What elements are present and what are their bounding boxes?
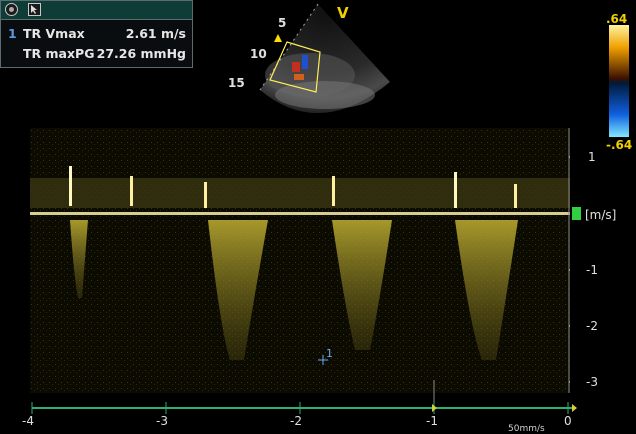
cursor-tool-icon[interactable]: [28, 3, 41, 16]
x-tick: 0: [564, 414, 572, 428]
measurement-panel: 1 TR Vmax 2.61 m/s TR maxPG 27.26 mmHg: [0, 0, 193, 68]
sector-image: 5 10 15 V: [228, 0, 400, 125]
y-tick: -2: [586, 319, 598, 333]
color-scale-bottom: -.64: [606, 138, 633, 152]
x-tick: -4: [22, 414, 34, 428]
row-label: TR Vmax: [23, 26, 85, 41]
depth-label: 5: [278, 16, 287, 30]
sweep-speed: 50mm/s: [508, 424, 545, 434]
y-tick: 1: [588, 150, 596, 164]
row-value: 27.26 mmHg: [96, 46, 186, 61]
depth-label: 15: [228, 76, 245, 90]
row-value: 2.61 m/s: [125, 26, 186, 41]
depth-label: 10: [250, 47, 267, 61]
velocity-unit: [m/s]: [585, 208, 617, 222]
row-index: 1: [8, 26, 17, 41]
ultrasound-screen: { "measurements": { "rows": [ {"index": …: [0, 0, 636, 434]
x-tick: -1: [426, 414, 438, 428]
x-tick: -2: [290, 414, 302, 428]
cursor-label: 1: [326, 347, 333, 360]
view-marker: V: [337, 4, 349, 22]
row-label: TR maxPG: [23, 46, 95, 61]
x-tick: -3: [156, 414, 168, 428]
doppler-spectrum: [30, 128, 570, 393]
measurement-row-tr-maxpg: TR maxPG 27.26 mmHg: [1, 43, 192, 63]
color-scale-top: .64: [606, 12, 628, 26]
baseline-handle[interactable]: [572, 207, 581, 220]
y-tick: -1: [586, 263, 598, 277]
measurement-row-tr-vmax: 1 TR Vmax 2.61 m/s: [1, 23, 192, 43]
panel-header: [1, 1, 192, 20]
record-icon[interactable]: [5, 3, 18, 16]
color-scale-bar: [609, 25, 629, 137]
